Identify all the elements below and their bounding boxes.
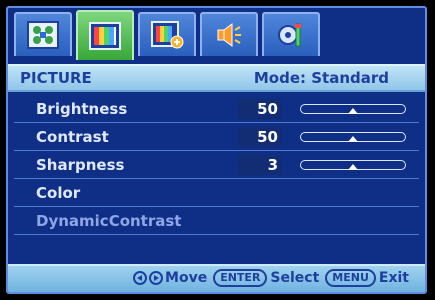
slider-thumb[interactable] <box>348 136 358 142</box>
system-settings-icon <box>278 23 301 47</box>
arrow-right-icon <box>149 271 164 285</box>
exit-label: Exit <box>378 270 409 286</box>
picture-advanced-icon <box>151 21 184 49</box>
setting-row-contrast[interactable]: Contrast 50 <box>14 124 419 151</box>
contrast-slider[interactable] <box>300 132 406 142</box>
setting-row-dynamic-contrast: DynamicContrast <box>14 208 419 235</box>
setting-value: 50 <box>238 99 282 119</box>
setting-label: Brightness <box>36 100 128 118</box>
brightness-slider[interactable] <box>300 104 406 114</box>
grid-settings-icon <box>27 21 59 49</box>
key-hints: Move ENTER Select MENU Exit <box>133 269 409 287</box>
picture-colorbars-icon <box>89 22 121 50</box>
tab-bar <box>14 10 424 60</box>
tab-system[interactable] <box>262 12 320 56</box>
slider-thumb[interactable] <box>348 108 358 114</box>
section-header: PICTURE Mode: Standard <box>8 64 425 92</box>
setting-value: 50 <box>238 127 282 147</box>
setting-row-sharpness[interactable]: Sharpness 3 <box>14 152 419 179</box>
footer-hints: Move ENTER Select MENU Exit <box>8 264 425 292</box>
setting-value: 3 <box>238 155 282 175</box>
tab-picture-advanced[interactable] <box>138 12 196 56</box>
setting-label: Contrast <box>36 128 109 146</box>
enter-key-badge: ENTER <box>213 269 268 287</box>
setting-row-color[interactable]: Color <box>14 180 419 207</box>
menu-key-badge: MENU <box>325 269 376 287</box>
osd-menu: PICTURE Mode: Standard Brightness 50 Con… <box>6 6 427 294</box>
sharpness-slider[interactable] <box>300 160 406 170</box>
slider-thumb[interactable] <box>348 164 358 170</box>
select-label: Select <box>270 270 320 286</box>
setting-label: Color <box>36 184 81 202</box>
mode-indicator: Mode: Standard <box>253 69 389 87</box>
tab-grid-settings[interactable] <box>14 12 72 56</box>
tab-audio[interactable] <box>200 12 258 56</box>
setting-label: DynamicContrast <box>36 212 182 230</box>
page-title: PICTURE <box>20 69 92 87</box>
move-label: Move <box>165 270 208 286</box>
setting-row-brightness[interactable]: Brightness 50 <box>14 96 419 123</box>
speaker-icon <box>217 23 241 47</box>
arrow-left-icon <box>133 271 148 285</box>
tab-picture[interactable] <box>76 10 134 60</box>
setting-label: Sharpness <box>36 156 125 174</box>
